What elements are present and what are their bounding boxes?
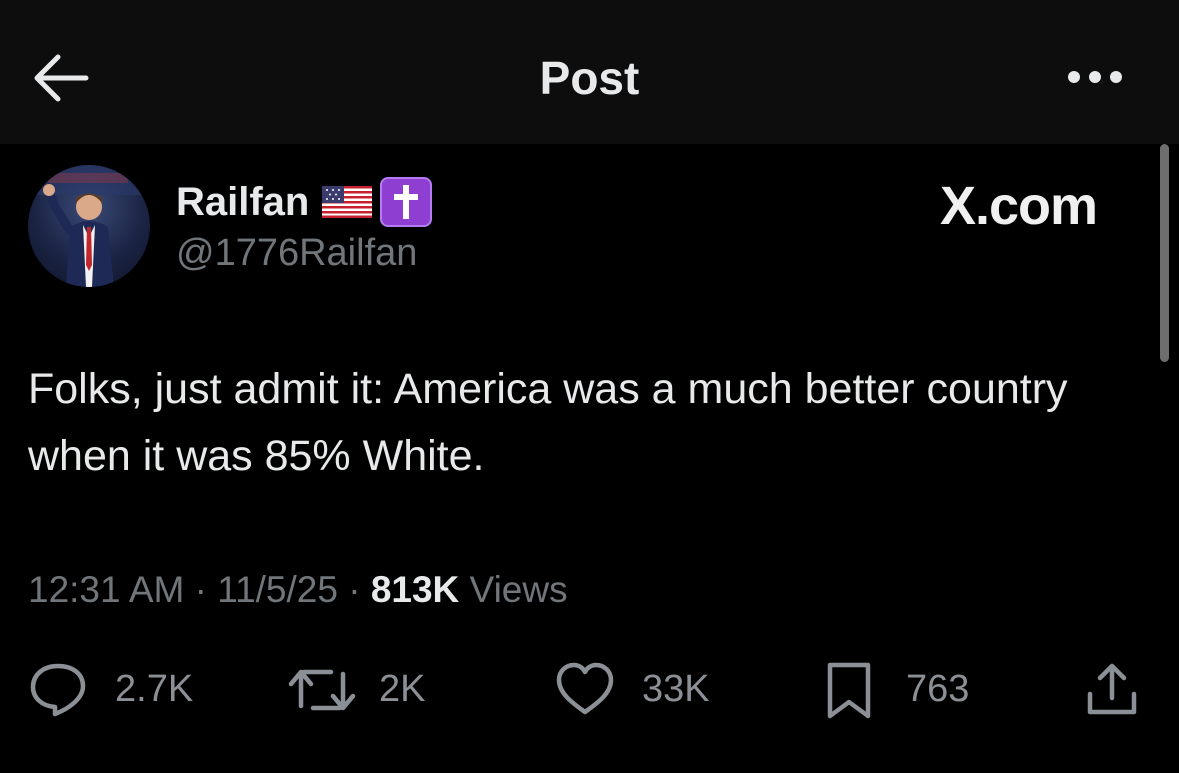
author-handle[interactable]: @1776Railfan [176, 230, 417, 276]
scrollbar[interactable] [1160, 144, 1169, 362]
like-count: 33K [642, 668, 710, 710]
author-display-name[interactable]: Railfan [176, 178, 309, 226]
bookmark-count: 763 [906, 668, 970, 710]
meta-separator: · [337, 569, 371, 610]
reply-bubble-icon [30, 663, 86, 717]
bookmark-icon [827, 662, 871, 719]
share-button[interactable] [1082, 660, 1142, 720]
back-button[interactable] [28, 48, 94, 108]
latin-cross-icon [380, 177, 432, 227]
heart-icon [556, 662, 614, 715]
post-date[interactable]: 11/5/25 [217, 569, 338, 610]
top-bar: Post [0, 0, 1179, 144]
xcom-watermark: X.com [940, 176, 1098, 236]
post-metadata: 12:31 AM · 11/5/25 · 813K Views [28, 566, 568, 614]
repost-icon [288, 669, 356, 711]
reply-button[interactable]: 2.7K [28, 660, 228, 720]
views-label: Views [459, 569, 568, 610]
arrow-left-icon [34, 54, 89, 102]
repost-count: 2K [379, 668, 426, 710]
like-button[interactable]: 33K [554, 660, 744, 720]
avatar-image [28, 165, 150, 287]
page-title: Post [539, 52, 640, 104]
post-time[interactable]: 12:31 AM [28, 569, 184, 610]
bookmark-button[interactable]: 763 [824, 660, 994, 720]
reply-count: 2.7K [115, 668, 194, 710]
post-text: Folks, just admit it: America was a much… [28, 365, 1068, 480]
us-flag-icon [322, 186, 372, 218]
more-options-button[interactable] [1060, 60, 1130, 94]
more-horizontal-icon [1068, 71, 1122, 83]
repost-button[interactable]: 2K [287, 660, 447, 720]
meta-separator: · [184, 569, 218, 610]
share-icon [1087, 663, 1137, 715]
avatar[interactable] [28, 165, 150, 287]
views-count[interactable]: 813K [371, 569, 459, 610]
